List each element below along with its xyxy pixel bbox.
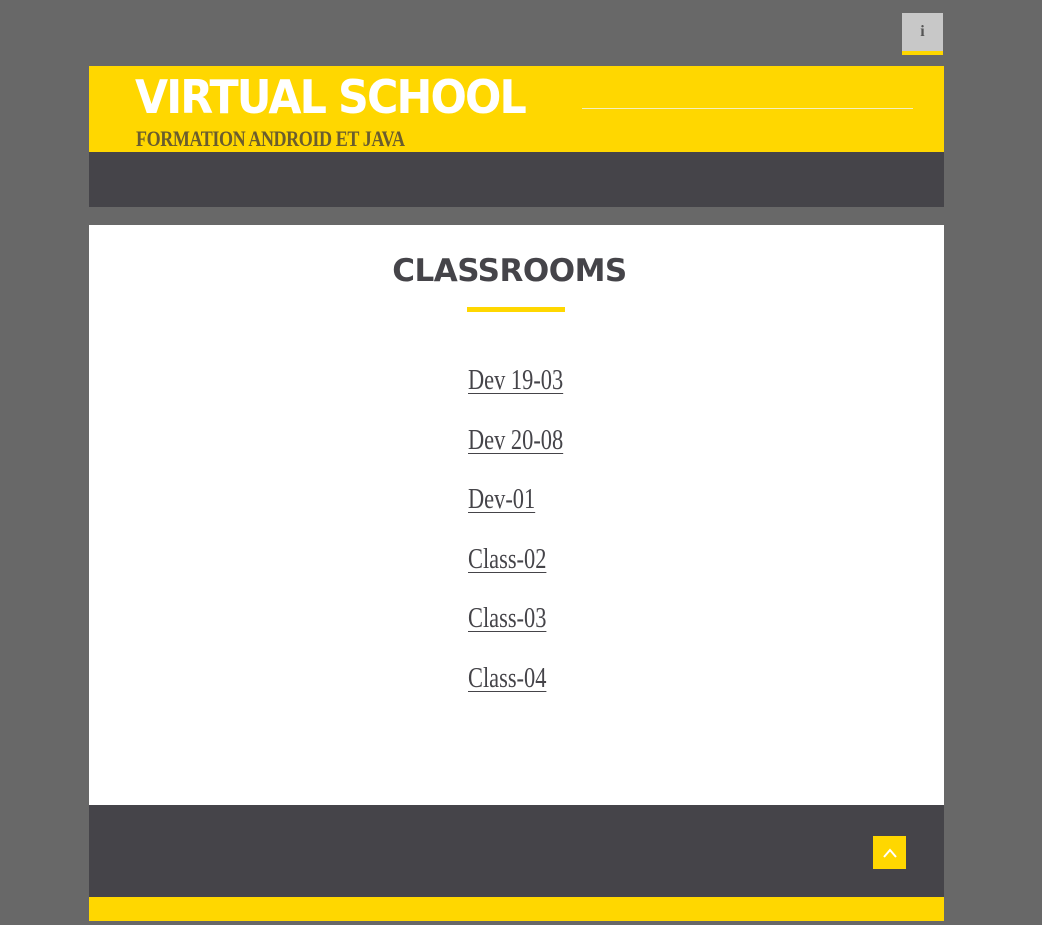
classroom-link[interactable]: Dev 19-03	[468, 365, 563, 397]
scroll-to-top-button[interactable]	[873, 836, 906, 869]
site-subtitle: FORMATION ANDROID ET JAVA	[136, 126, 405, 151]
top-bar: i	[89, 2, 944, 66]
classroom-link[interactable]: Class-02	[468, 544, 546, 576]
page: i VIRTUAL SCHOOL FORMATION ANDROID ET JA…	[89, 2, 944, 923]
list-item: Class-02	[468, 544, 587, 604]
list-item: Dev 20-08	[468, 425, 587, 485]
chevron-up-icon	[882, 847, 897, 858]
classroom-link[interactable]: Class-03	[468, 603, 546, 635]
header-divider	[582, 108, 913, 109]
classroom-link[interactable]: Class-04	[468, 663, 546, 695]
main-content: CLASSROOMS Dev 19-03 Dev 20-08 Dev-01 Cl…	[89, 225, 944, 805]
list-item: Class-03	[468, 603, 587, 663]
list-item: Dev-01	[468, 484, 587, 544]
info-icon: i	[920, 23, 925, 40]
list-item: Dev 19-03	[468, 365, 587, 425]
site-title[interactable]: VIRTUAL SCHOOL	[135, 70, 527, 124]
site-footer	[89, 805, 944, 897]
footer-bottom-bar	[89, 897, 944, 921]
info-button[interactable]: i	[902, 13, 943, 55]
title-underline	[467, 307, 565, 312]
classroom-list: Dev 19-03 Dev 20-08 Dev-01 Class-02 Clas…	[468, 365, 587, 723]
classroom-link[interactable]: Dev-01	[468, 484, 535, 516]
page-title: CLASSROOMS	[392, 253, 627, 289]
classroom-link[interactable]: Dev 20-08	[468, 425, 563, 457]
nav-bar	[89, 152, 944, 207]
list-item: Class-04	[468, 663, 587, 723]
site-header: VIRTUAL SCHOOL FORMATION ANDROID ET JAVA	[89, 66, 944, 152]
